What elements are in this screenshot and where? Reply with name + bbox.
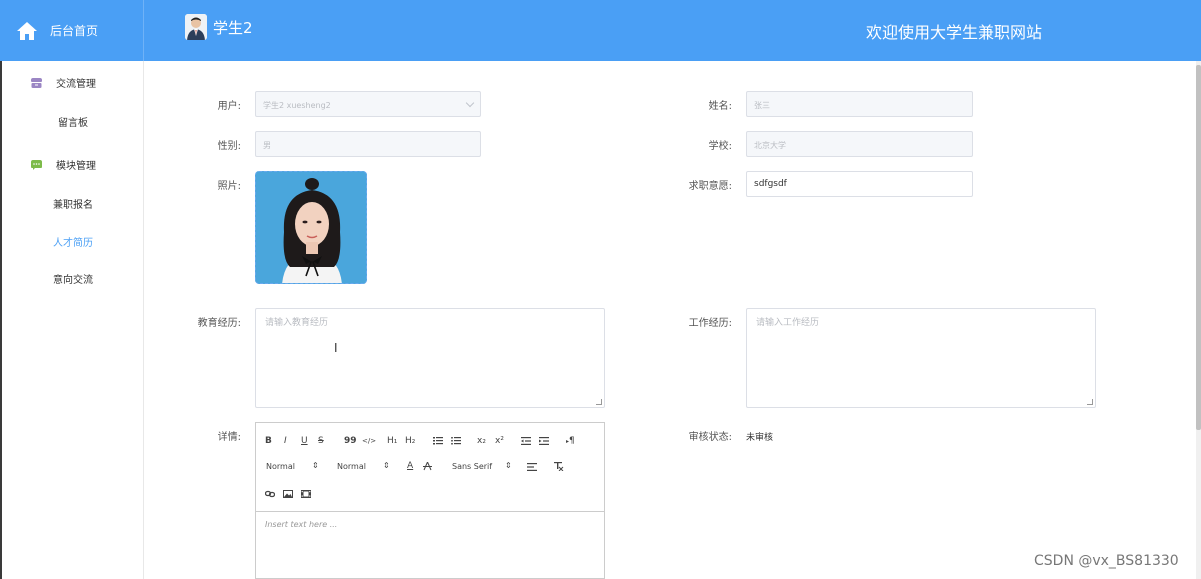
welcome-title: 欢迎使用大学生兼职网站: [866, 23, 1043, 42]
watermark: CSDN @vx_BS81330: [1034, 553, 1179, 569]
h1-button[interactable]: H₁: [387, 436, 397, 446]
name-field[interactable]: 张三: [746, 91, 973, 117]
background-color-icon[interactable]: [423, 462, 432, 471]
bold-button[interactable]: B: [265, 436, 272, 446]
code-button[interactable]: </>: [362, 437, 376, 445]
intention-field[interactable]: sdfgsdf: [746, 171, 973, 197]
subscript-button[interactable]: x₂: [477, 436, 486, 446]
editor-content[interactable]: Insert text here ...: [256, 512, 604, 537]
avatar: [185, 14, 207, 40]
scrollbar-thumb[interactable]: [1196, 65, 1201, 430]
school-label: 学校:: [708, 141, 732, 152]
page-scrollbar[interactable]: [1196, 61, 1201, 579]
gender-label: 性别:: [217, 141, 241, 152]
name-label: 姓名:: [708, 101, 732, 112]
sidebar: 交流管理 留言板 模块管理 兼职报名 人才简历 意向交流: [2, 61, 144, 579]
image-icon[interactable]: [283, 490, 293, 498]
select-arrows-icon: ⇕: [312, 461, 319, 470]
h2-button[interactable]: H₂: [405, 436, 415, 446]
size-select-1[interactable]: Normal: [266, 462, 295, 471]
resize-handle[interactable]: [1087, 399, 1093, 405]
archive-icon: [31, 77, 42, 88]
chat-icon: [31, 159, 42, 170]
text-color-button[interactable]: A: [407, 461, 413, 471]
strike-button[interactable]: S: [318, 436, 324, 446]
link-icon[interactable]: [265, 490, 275, 498]
home-icon: [17, 21, 37, 40]
editor-toolbar: B I U S 99 </> H₁ H₂ x₂ x² ▸¶ Normal ⇕ N…: [256, 423, 604, 512]
italic-button[interactable]: I: [284, 436, 287, 446]
resize-handle[interactable]: [596, 399, 602, 405]
home-link[interactable]: 后台首页: [2, 0, 144, 61]
home-label: 后台首页: [50, 24, 99, 38]
editor-placeholder: Insert text here ...: [265, 520, 338, 529]
rtl-button[interactable]: ▸¶: [566, 436, 575, 446]
video-icon[interactable]: [301, 490, 311, 498]
clear-format-icon[interactable]: [554, 462, 564, 471]
indent-icon[interactable]: [539, 437, 549, 445]
user-menu[interactable]: 学生2: [185, 14, 253, 40]
work-label: 工作经历:: [688, 318, 732, 329]
sidebar-item-job-signup[interactable]: 兼职报名: [2, 196, 144, 211]
education-textarea[interactable]: 请输入教育经历: [255, 308, 605, 408]
align-icon[interactable]: [527, 463, 537, 471]
status-value: 未审核: [746, 433, 774, 443]
sidebar-item-message-board[interactable]: 留言板: [2, 114, 144, 129]
details-label: 详情:: [217, 432, 241, 443]
user-select-value: 学生2 xuesheng2: [263, 101, 331, 110]
underline-button[interactable]: U: [301, 436, 308, 446]
photo-label: 照片:: [217, 181, 241, 192]
sidebar-item-resumes[interactable]: 人才简历: [2, 234, 144, 249]
top-bar: 后台首页 学生2 欢迎使用大学生兼职网站: [0, 0, 1201, 61]
superscript-button[interactable]: x²: [495, 436, 504, 446]
sidebar-group-modules[interactable]: 模块管理: [2, 157, 144, 172]
profile-photo: [256, 172, 366, 283]
font-select[interactable]: Sans Serif: [452, 462, 492, 471]
photo-upload[interactable]: [255, 171, 367, 284]
user-select[interactable]: 学生2 xuesheng2: [255, 91, 481, 117]
ordered-list-icon[interactable]: [433, 437, 443, 445]
sidebar-group-communication[interactable]: 交流管理: [2, 75, 144, 90]
select-arrows-icon: ⇕: [505, 461, 512, 470]
user-label: 用户:: [217, 101, 241, 112]
sidebar-group-label: 模块管理: [56, 161, 96, 172]
education-label: 教育经历:: [197, 318, 241, 329]
school-field[interactable]: 北京大学: [746, 131, 973, 157]
quote-button[interactable]: 99: [344, 436, 357, 446]
rich-text-editor: B I U S 99 </> H₁ H₂ x₂ x² ▸¶ Normal ⇕ N…: [255, 422, 605, 579]
size-select-2[interactable]: Normal: [337, 462, 366, 471]
education-placeholder: 请输入教育经历: [265, 318, 329, 328]
work-placeholder: 请输入工作经历: [756, 318, 820, 328]
sidebar-item-intentions[interactable]: 意向交流: [2, 271, 144, 286]
gender-field[interactable]: 男: [255, 131, 481, 157]
intention-label: 求职意愿:: [688, 181, 732, 192]
user-name: 学生2: [213, 18, 253, 37]
work-textarea[interactable]: 请输入工作经历: [746, 308, 1096, 408]
status-label: 审核状态:: [688, 432, 732, 443]
sidebar-group-label: 交流管理: [56, 79, 96, 90]
pilcrow-icon: ¶: [569, 436, 575, 446]
bullet-list-icon[interactable]: [451, 437, 461, 445]
text-cursor-icon: I: [334, 341, 338, 355]
chevron-down-icon: [465, 98, 475, 108]
select-arrows-icon: ⇕: [383, 461, 390, 470]
outdent-icon[interactable]: [521, 437, 531, 445]
